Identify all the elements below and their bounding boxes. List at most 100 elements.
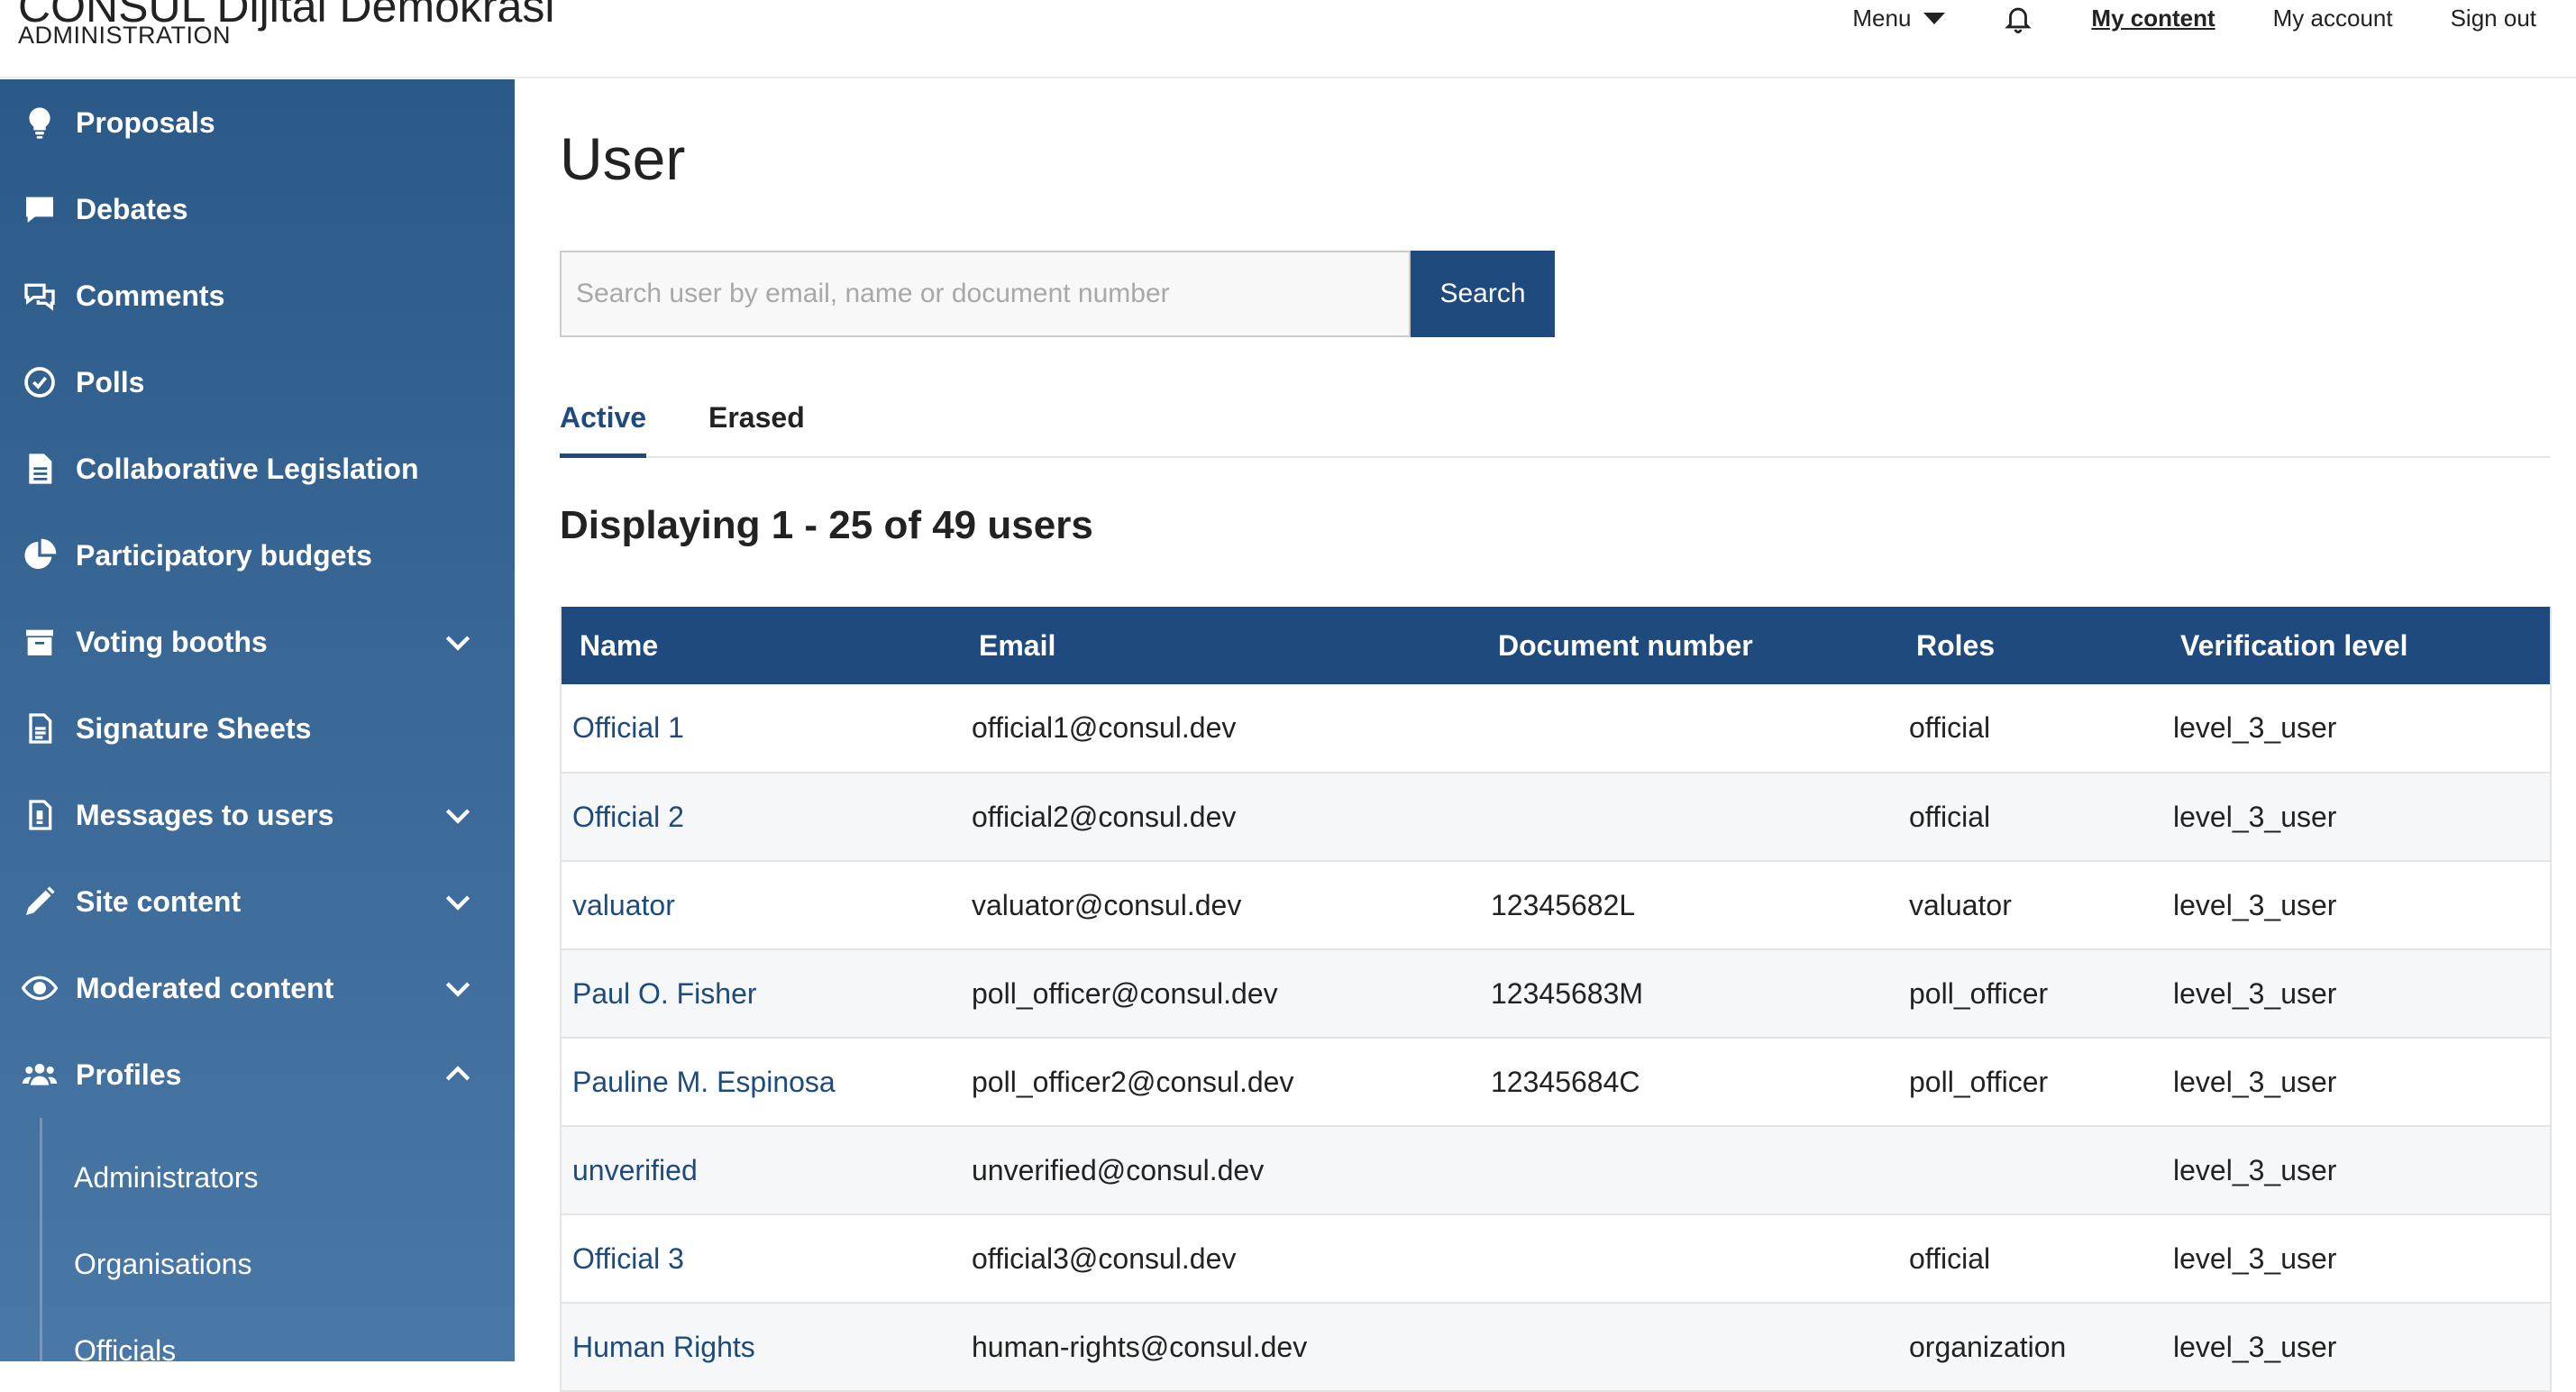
table-row: Official 3 official3@consul.dev official le… — [561, 1214, 2551, 1303]
admin-sidebar: Proposals Debates Comments Polls Collabo… — [0, 79, 515, 1370]
user-document-number: 12345682L — [1491, 888, 1636, 921]
user-name-link[interactable]: unverified — [561, 1126, 961, 1214]
user-document-number — [1480, 1303, 1898, 1391]
sidebar-item-debates[interactable]: Debates — [0, 166, 515, 252]
user-roles: official — [1909, 1241, 1991, 1275]
chevron-down-icon[interactable] — [440, 624, 476, 660]
users-icon — [20, 1055, 59, 1094]
sidebar-subitem-officials[interactable]: Officials — [74, 1334, 176, 1368]
user-document-number — [1480, 773, 1898, 861]
column-header-roles: Roles — [1916, 628, 1996, 662]
sidebar-subitem-administrators[interactable]: Administrators — [74, 1161, 259, 1195]
users-table: Name Email Document number Roles Verific… — [560, 607, 2552, 1392]
table-row: Human Rights human-rights@consul.dev organ… — [561, 1303, 2551, 1391]
column-header-document-number: Document number — [1498, 628, 1753, 662]
sidebar-item-profiles[interactable]: Profiles — [0, 1031, 515, 1118]
column-header-verification-level: Verification level — [2180, 628, 2408, 662]
brand-subtitle: ADMINISTRATION — [18, 22, 231, 49]
chevron-up-icon[interactable] — [440, 1057, 476, 1093]
table-header-row: Name Email Document number Roles Verific… — [561, 607, 2551, 684]
sidebar-item-label: Collaborative Legislation — [76, 452, 419, 485]
user-tabs: Active Erased — [560, 395, 2550, 458]
user-roles: poll_officer — [1909, 976, 2049, 1010]
user-email: valuator@consul.dev — [972, 888, 1242, 921]
user-name-link[interactable]: Official 2 — [561, 773, 961, 861]
user-name-link[interactable]: Official 1 — [561, 684, 961, 773]
user-verification-level: level_3_user — [2173, 711, 2337, 744]
sidebar-item-voting-booths[interactable]: Voting booths — [0, 599, 515, 685]
user-document-number — [1480, 684, 1898, 773]
sidebar-item-label: Voting booths — [76, 625, 268, 658]
user-document-number: 12345683M — [1491, 976, 1644, 1010]
user-roles: organization — [1909, 1330, 2067, 1363]
user-email: human-rights@consul.dev — [972, 1330, 1308, 1363]
menu-button[interactable]: Menu — [1852, 5, 1946, 32]
message-document-icon — [20, 795, 59, 835]
pencil-icon — [20, 882, 59, 921]
user-verification-level: level_3_user — [2173, 1065, 2337, 1098]
user-email: poll_officer@consul.dev — [972, 976, 1278, 1010]
sidebar-item-moderated-content[interactable]: Moderated content — [0, 945, 515, 1031]
user-name-link[interactable]: Paul O. Fisher — [561, 949, 961, 1038]
document-icon — [20, 449, 59, 489]
column-header-email: Email — [979, 628, 1056, 662]
notifications-button[interactable] — [2003, 2, 2033, 34]
chevron-down-icon[interactable] — [440, 970, 476, 1006]
user-email: poll_officer2@consul.dev — [972, 1065, 1294, 1098]
sidebar-item-label: Messages to users — [76, 798, 334, 831]
sidebar-item-collaborative-legislation[interactable]: Collaborative Legislation — [0, 426, 515, 512]
sidebar-item-label: Participatory budgets — [76, 538, 372, 572]
user-email: official3@consul.dev — [972, 1241, 1237, 1275]
user-roles: valuator — [1909, 888, 2012, 921]
my-content-link[interactable]: My content — [2091, 5, 2215, 32]
chevron-down-icon[interactable] — [440, 884, 476, 920]
sidebar-item-label: Site content — [76, 884, 242, 918]
sidebar-item-polls[interactable]: Polls — [0, 339, 515, 426]
user-document-number: 12345684C — [1491, 1065, 1640, 1098]
results-count: Displaying 1 - 25 of 49 users — [560, 503, 1093, 547]
sidebar-item-comments[interactable]: Comments — [0, 252, 515, 339]
sidebar-item-label: Debates — [76, 192, 188, 225]
user-document-number — [1480, 1214, 1898, 1303]
user-verification-level: level_3_user — [2173, 800, 2337, 833]
user-email: unverified@consul.dev — [972, 1153, 1265, 1186]
user-name-link[interactable]: Human Rights — [561, 1303, 961, 1391]
ballot-box-icon — [20, 622, 59, 662]
user-roles: official — [1909, 711, 1991, 744]
user-name-link[interactable]: Official 3 — [561, 1214, 961, 1303]
user-document-number — [1480, 1126, 1898, 1214]
speech-bubble-icon — [20, 189, 59, 229]
user-email: official1@consul.dev — [972, 711, 1237, 744]
user-name-link[interactable]: valuator — [561, 861, 961, 949]
tab-active[interactable]: Active — [560, 395, 647, 458]
top-nav: Menu My content My account Sign out — [1795, 0, 2536, 36]
top-bar: CONSUL Dijital Demokrasi ADMINISTRATION … — [0, 0, 2576, 78]
sidebar-item-signature-sheets[interactable]: Signature Sheets — [0, 685, 515, 772]
table-row: valuator valuator@consul.dev 12345682L valu… — [561, 861, 2551, 949]
sidebar-item-messages-to-users[interactable]: Messages to users — [0, 772, 515, 858]
sidebar-item-label: Moderated content — [76, 971, 334, 1004]
page-title: User — [560, 125, 686, 192]
search-input[interactable] — [560, 251, 1411, 337]
search-button[interactable]: Search — [1411, 251, 1555, 337]
lightbulb-icon — [20, 103, 59, 142]
sidebar-item-label: Profiles — [76, 1058, 182, 1091]
sidebar-subitem-organisations[interactable]: Organisations — [74, 1248, 251, 1281]
tab-erased[interactable]: Erased — [708, 395, 805, 458]
sidebar-item-label: Polls — [76, 365, 145, 398]
sidebar-item-proposals[interactable]: Proposals — [0, 79, 515, 166]
user-roles: poll_officer — [1909, 1065, 2049, 1098]
chevron-down-icon[interactable] — [440, 797, 476, 833]
sheet-icon — [20, 709, 59, 748]
table-row: Paul O. Fisher poll_officer@consul.dev 123… — [561, 949, 2551, 1038]
sidebar-item-label: Signature Sheets — [76, 711, 312, 745]
user-name-link[interactable]: Pauline M. Espinosa — [561, 1038, 961, 1126]
user-verification-level: level_3_user — [2173, 888, 2337, 921]
submenu-divider — [40, 1118, 42, 1370]
pie-chart-icon — [20, 536, 59, 575]
chevron-down-icon — [1923, 12, 1946, 24]
my-account-link[interactable]: My account — [2273, 5, 2393, 32]
sidebar-item-participatory-budgets[interactable]: Participatory budgets — [0, 512, 515, 599]
sidebar-item-site-content[interactable]: Site content — [0, 858, 515, 945]
sign-out-link[interactable]: Sign out — [2451, 5, 2536, 32]
